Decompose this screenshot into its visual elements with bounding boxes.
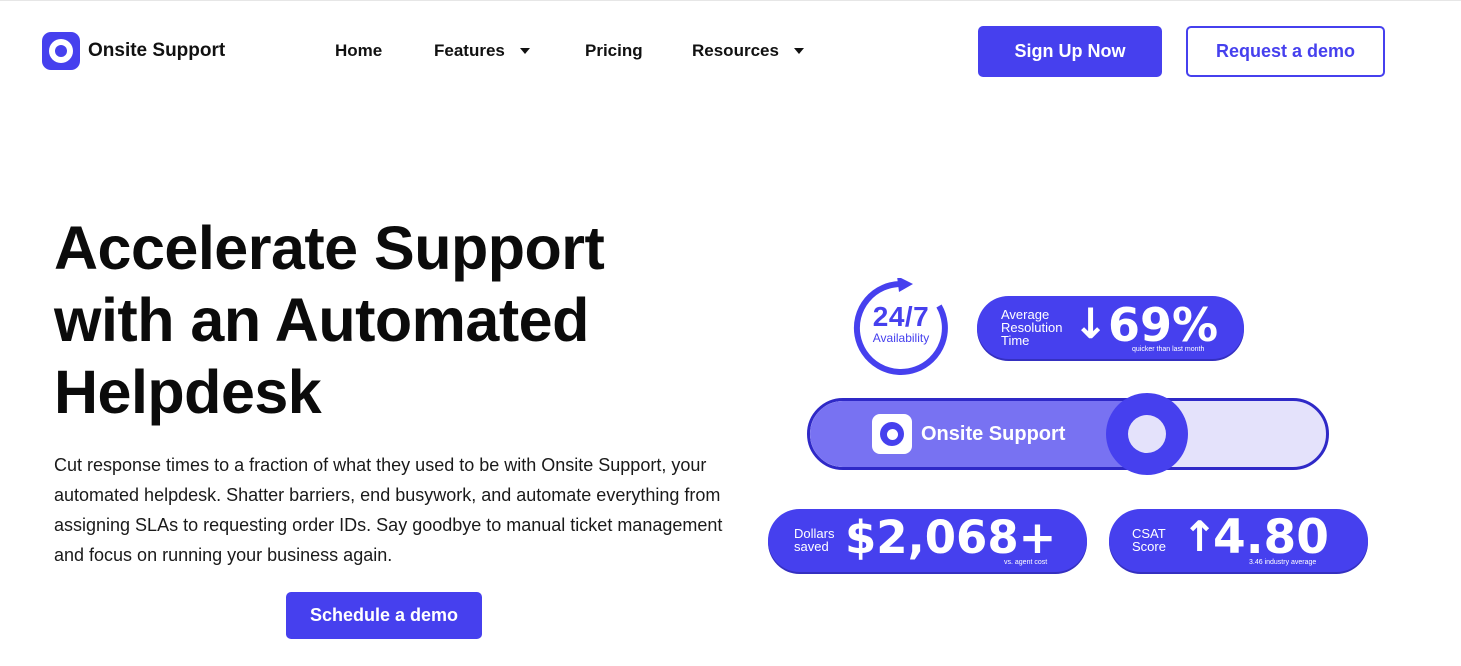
- csat-value: 4.80: [1213, 510, 1329, 565]
- nav-item-home[interactable]: Home: [335, 41, 382, 61]
- availability-value: 24/7: [872, 301, 930, 332]
- arrow-up-icon: ↑: [1182, 512, 1218, 561]
- resolution-note: quicker than last month: [1132, 346, 1205, 353]
- nav-item-label: Pricing: [585, 41, 643, 60]
- nav-item-label: Home: [335, 41, 383, 60]
- dollars-saved-note: vs. agent cost: [1004, 559, 1048, 566]
- stat-label-line: Score: [1132, 539, 1166, 554]
- csat-note: 3.46 industry average: [1249, 559, 1317, 566]
- toggle-label: Onsite Support: [921, 423, 1066, 445]
- hero-description: Cut response times to a fraction of what…: [54, 455, 723, 565]
- resolution-stat-pill: Average Resolution Time ↓ 69% quicker th…: [977, 296, 1244, 359]
- arrow-down-icon: ↓: [1073, 299, 1109, 348]
- nav-item-pricing[interactable]: Pricing: [585, 41, 643, 61]
- sign-up-button[interactable]: Sign Up Now: [978, 26, 1162, 77]
- request-demo-button[interactable]: Request a demo: [1186, 26, 1385, 77]
- availability-badge: 24/7 Availability: [851, 302, 951, 345]
- availability-label: Availability: [872, 331, 930, 345]
- nav-item-label: Resources: [692, 41, 779, 60]
- stat-label-line: saved: [794, 539, 829, 554]
- logo-icon: [42, 32, 80, 70]
- dollars-saved-stat-pill: Dollars saved $2,068+ vs. agent cost: [768, 509, 1087, 572]
- logo-icon: [872, 414, 912, 454]
- chevron-down-icon: [793, 48, 804, 54]
- brand-name: Onsite Support: [88, 40, 226, 61]
- stat-label-line: Time: [1001, 333, 1030, 348]
- nav-item-features[interactable]: Features: [434, 41, 530, 61]
- toggle-knob[interactable]: [1106, 393, 1188, 475]
- csat-stat-pill: CSAT Score ↑ 4.80 3.46 industry average: [1109, 509, 1368, 572]
- nav-item-resources[interactable]: Resources: [692, 41, 804, 61]
- nav-item-label: Features: [434, 41, 505, 60]
- chevron-down-icon: [519, 48, 530, 54]
- hero-title: Accelerate Support with an Automated Hel…: [54, 214, 605, 426]
- brand-logo[interactable]: Onsite Support: [42, 32, 225, 70]
- top-navigation: Onsite Support Home Features Pricing Res…: [0, 0, 1461, 100]
- resolution-value: 69%: [1108, 298, 1219, 352]
- schedule-demo-button[interactable]: Schedule a demo: [286, 592, 482, 639]
- dollars-saved-value: $2,068+: [845, 511, 1057, 564]
